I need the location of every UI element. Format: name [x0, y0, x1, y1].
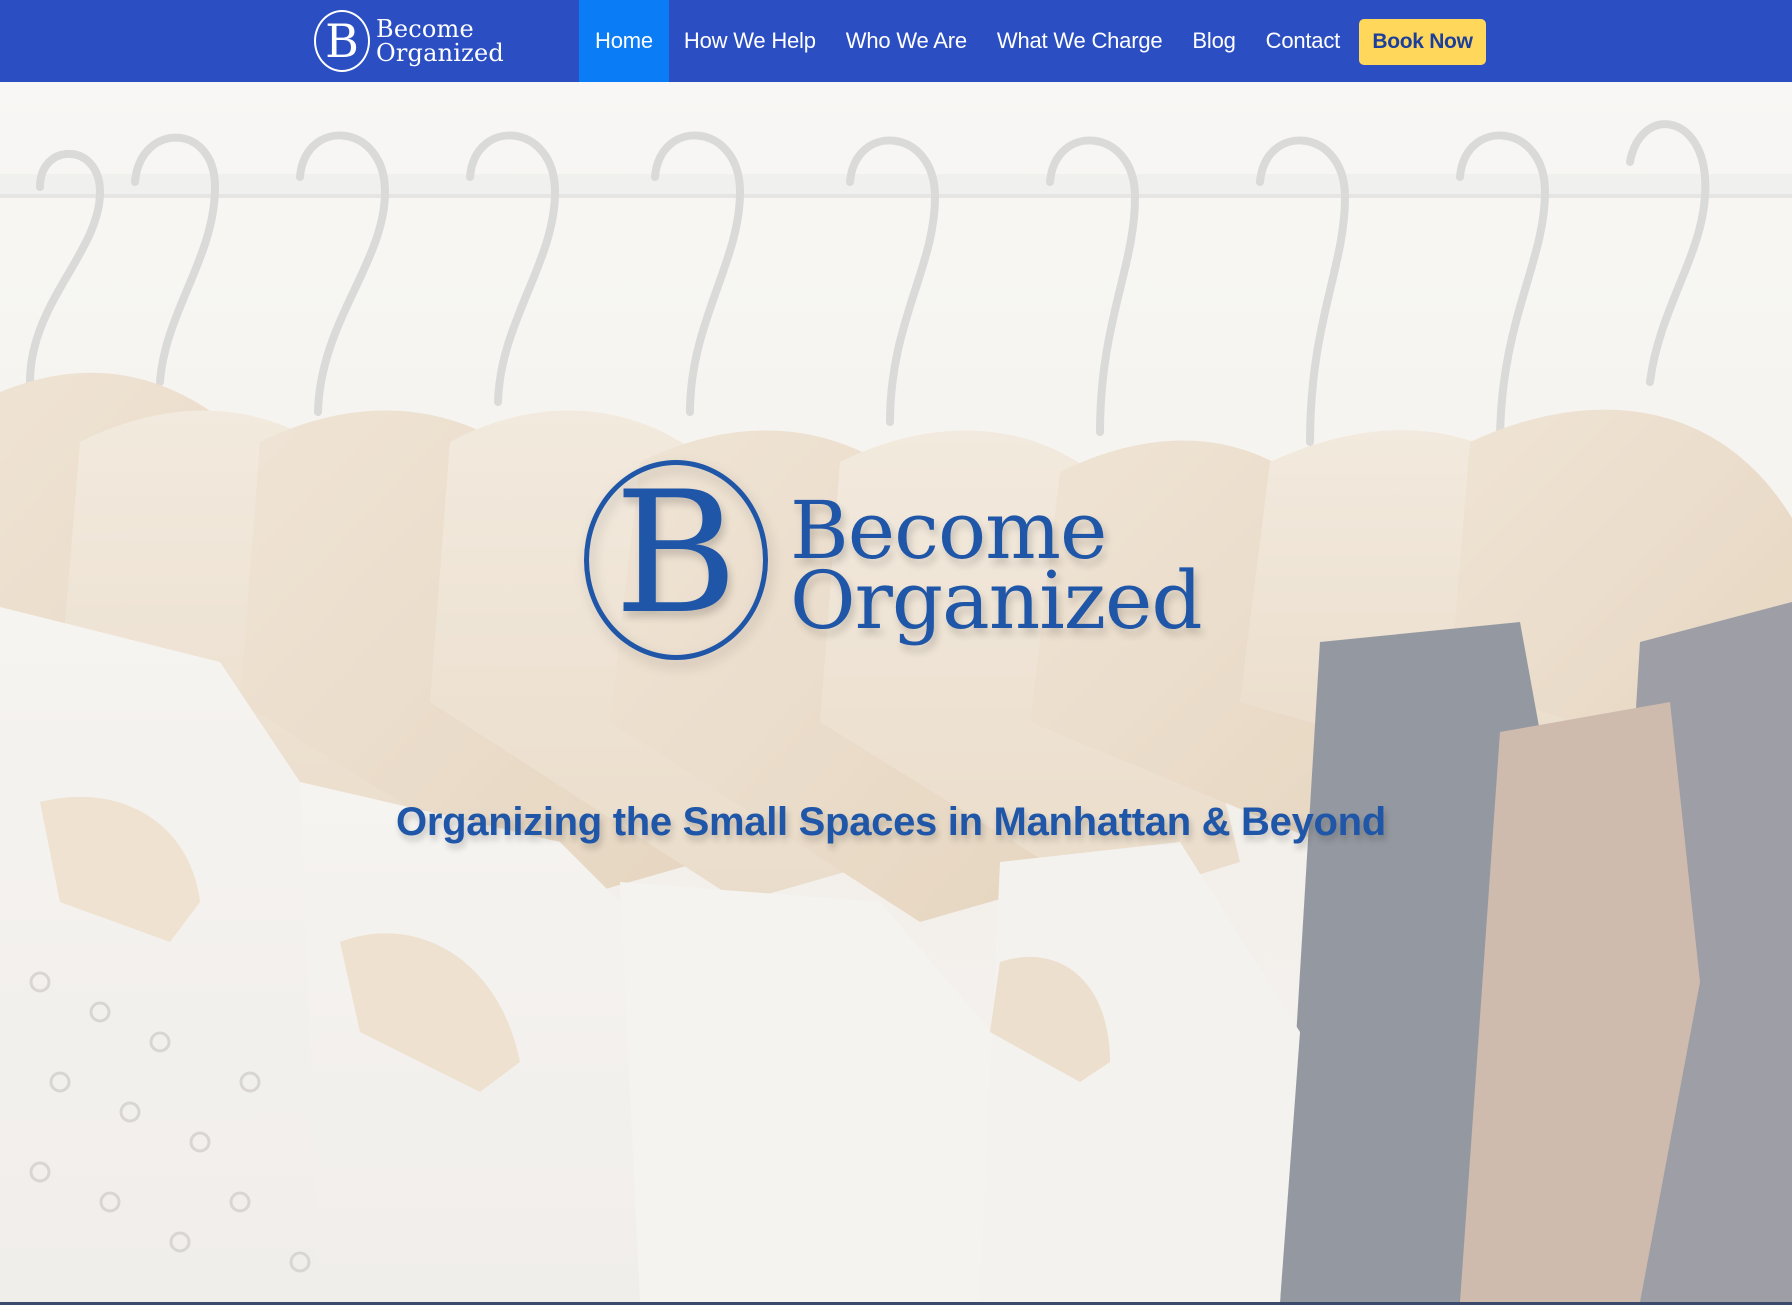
hero-tagline: Organizing the Small Spaces in Manhattan…: [396, 800, 1386, 844]
logo-line-1: Become: [376, 15, 474, 43]
site-logo-link[interactable]: B Become Organized: [314, 5, 504, 77]
nav-item-blog[interactable]: Blog: [1177, 0, 1250, 82]
nav-item-contact[interactable]: Contact: [1251, 0, 1355, 82]
book-now-button[interactable]: Book Now: [1359, 19, 1486, 65]
hero-brand-logo: B Become Organized: [584, 460, 1204, 670]
nav-item-what-we-charge[interactable]: What We Charge: [982, 0, 1178, 82]
top-navigation-bar: B Become Organized Home How We Help Who …: [0, 0, 1792, 82]
hero-logo-line-2: Organized: [790, 554, 1203, 647]
nav-item-how-we-help[interactable]: How We Help: [669, 0, 831, 82]
logo-letter: B: [325, 14, 359, 68]
hero-image-overlay: [0, 82, 1792, 1302]
hero-section: B Become Organized Organizing the Small …: [0, 82, 1792, 1302]
nav-item-who-we-are[interactable]: Who We Are: [831, 0, 982, 82]
logo-wordmark: Become Organized: [376, 17, 504, 65]
main-menu: Home How We Help Who We Are What We Char…: [579, 0, 1355, 82]
hero-logo-letter: B: [614, 455, 738, 651]
nav-item-home[interactable]: Home: [579, 0, 669, 82]
logo-b-monogram-icon: B: [314, 10, 370, 72]
logo-line-2: Organized: [376, 39, 504, 67]
hero-logo-wordmark: Become Organized: [790, 491, 1203, 647]
